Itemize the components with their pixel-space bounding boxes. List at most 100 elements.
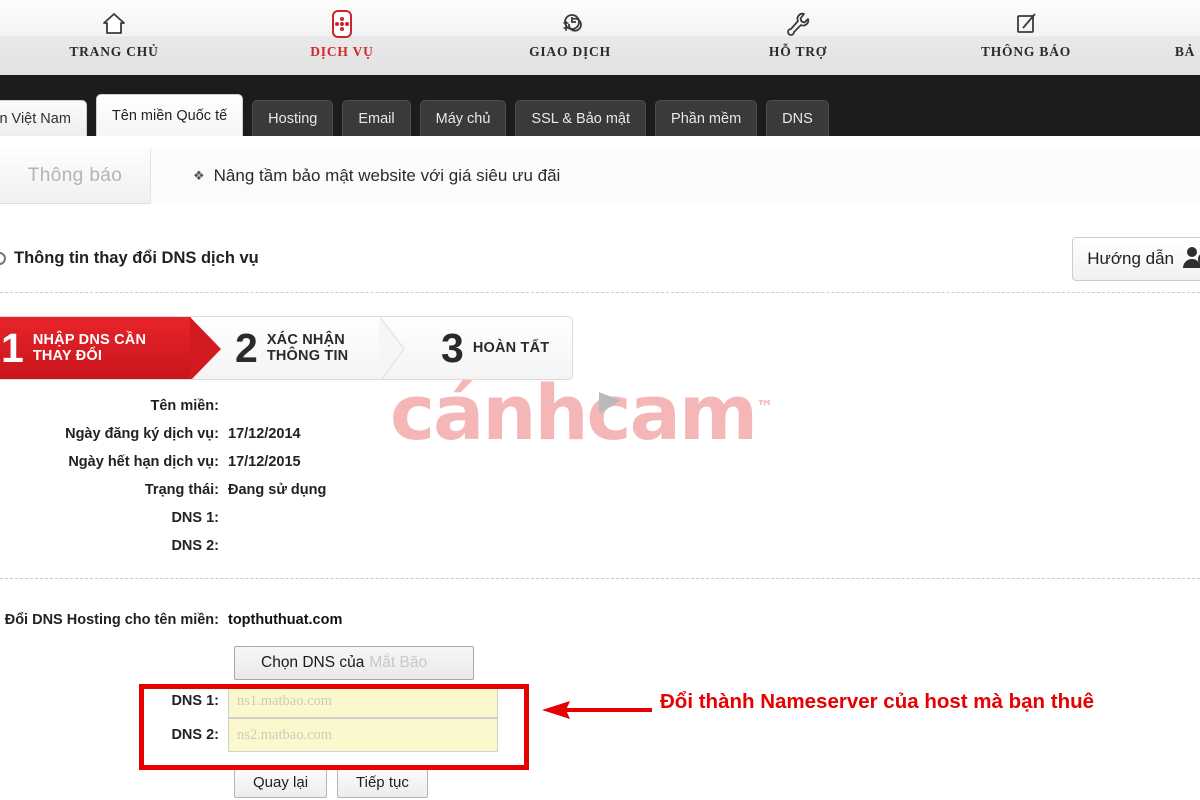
dns1-label: DNS 1: [171,693,219,709]
nav-item-dich-vu[interactable]: DỊCH VỤ [228,0,456,75]
annotation-arrow-icon [540,694,655,726]
dns1-row: DNS 1: [150,684,500,718]
tab-hosting[interactable]: Hosting [252,100,334,136]
nav-item-bao[interactable]: BẢ [1140,0,1200,75]
nav-item-trang-chu[interactable]: TRANG CHỦ [0,0,228,75]
info-value: 17/12/2015 [228,454,301,470]
nav-label-dich-vu: DỊCH VỤ [310,44,374,59]
nav-item-thong-bao[interactable]: THÔNG BÁO [912,0,1140,75]
nav-label-thong-bao: THÔNG BÁO [980,44,1072,59]
money-clock-icon [556,7,584,41]
info-row: DNS 1: [0,510,620,526]
wizard-step-3[interactable]: 3 HOÀN TẤT [405,317,549,379]
watermark-tm: ™ [756,397,773,418]
announcement-text[interactable]: Nâng tầm bảo mật website với giá siêu ưu… [214,166,561,186]
info-row: Ngày đăng ký dịch vụ: 17/12/2014 [0,426,620,442]
user-support-icon [1181,243,1200,276]
step-label-line1: NHẬP DNS CẦN [32,331,147,348]
announcement-body[interactable]: ❖ Nâng tầm bảo mật website với giá siêu … [151,147,1200,204]
info-label: Ngày đăng ký dịch vụ: [65,426,219,442]
tab-label: Email [358,110,395,127]
info-value: Đang sử dụng [228,482,327,498]
dns2-row: DNS 2: [150,718,500,752]
watermark-part3: am [629,368,758,457]
edit-square-icon [1013,7,1039,41]
announcement-label: Thông báo [27,164,123,186]
step-label-line2: THÔNG TIN [266,348,349,364]
services-grid-icon [329,7,355,41]
info-label: Tên miền: [150,398,219,414]
info-value: 17/12/2014 [228,426,301,442]
page-header: Thông tin thay đổi DNS dịch vụ Hướng dẫn [0,228,1200,288]
service-info-table: Tên miền: Ngày đăng ký dịch vụ: 17/12/20… [0,398,620,566]
step-label: NHẬP DNS CẦN THAY ĐỔI [33,332,146,364]
header-divider [0,292,1200,293]
domain-row: Đổi DNS Hosting cho tên miền: topthuthua… [0,612,640,628]
guide-button-label: Hướng dẫn [1087,249,1174,268]
section-divider [0,578,1200,579]
info-label: Trạng thái: [144,482,219,498]
info-row: Tên miền: [0,398,620,414]
tab-label: SSL & Bảo mật [531,110,631,127]
tab-label: Phần mềm [671,110,742,127]
bullet-icon: ❖ [193,167,205,183]
nav-item-ho-tro[interactable]: HỖ TRỢ [684,0,912,75]
info-label: DNS 1: [171,510,219,526]
back-button[interactable]: Quay lại [234,766,328,798]
dns-provider-select-wrap: Chọn DNS của Mắt Bão [234,646,474,680]
tab-may-chu[interactable]: Máy chủ [419,100,507,136]
tab-label: Máy chủ [435,110,491,127]
tab-label: DNS [782,110,813,127]
page-title: Thông tin thay đổi DNS dịch vụ [14,248,259,267]
tab-label: Tên miền Quốc tế [111,107,228,124]
bullet-dot-icon [0,251,6,265]
dns2-input[interactable] [228,718,498,752]
step-label-line2: THAY ĐỔI [32,348,103,364]
nav-label-ho-tro: HỖ TRỢ [768,44,828,59]
info-row: Trạng thái: Đang sử dụng [0,482,620,498]
guide-button[interactable]: Hướng dẫn [1072,237,1200,281]
wizard-step-2[interactable]: 2 XÁC NHẬN THÔNG TIN [191,317,405,379]
annotation-text: Đổi thành Nameserver của host mà bạn thu… [660,690,1095,713]
tab-ten-mien-quoc-te[interactable]: Tên miền Quốc tế [95,94,244,136]
info-label: Ngày hết hạn dịch vụ: [68,454,219,470]
tab-ten-mien-viet-nam[interactable]: n miền Việt Nam [0,100,87,136]
home-icon [101,7,127,41]
step-label: XÁC NHẬN THÔNG TIN [267,332,349,364]
announcement-bar: Thông báo ❖ Nâng tầm bảo mật website với… [0,147,1200,204]
domain-label: Đổi DNS Hosting cho tên miền: [4,612,219,628]
wizard-step-1[interactable]: 1 NHẬP DNS CẦN THAY ĐỔI [0,317,221,379]
step-number: 3 [441,324,464,371]
nav-label-bao: BẢ [1174,44,1196,59]
page-root: TRANG CHỦ DỊCH VỤ GIAO DỊCH HỖ TRỢ THÔNG… [0,0,1200,800]
tab-email[interactable]: Email [342,100,411,136]
tab-ssl-bao-mat[interactable]: SSL & Bảo mật [515,100,647,136]
info-row: Ngày hết hạn dịch vụ: 17/12/2015 [0,454,620,470]
step-number: 2 [235,324,258,371]
domain-value: topthuthuat.com [228,612,343,628]
step-number: 1 [1,324,24,371]
next-button[interactable]: Tiếp tục [337,766,428,798]
form-button-row: Quay lại Tiếp tục [234,766,428,798]
nav-label-trang-chu: TRANG CHỦ [69,44,159,59]
dns1-input[interactable] [228,684,498,718]
dns-change-form: Đổi DNS Hosting cho tên miền: topthuthua… [0,612,640,798]
tab-dns[interactable]: DNS [766,100,829,136]
dns-input-group: DNS 1: DNS 2: [150,684,500,752]
step-label-line1: XÁC NHẬN [266,331,345,348]
nav-item-giao-dich[interactable]: GIAO DỊCH [456,0,684,75]
dns-provider-select-muted: Mắt Bão [369,654,428,671]
step-label: HOÀN TẤT [472,339,550,356]
tab-phan-mem[interactable]: Phần mềm [655,100,758,136]
nav-label-giao-dich: GIAO DỊCH [529,44,611,59]
top-navigation: TRANG CHỦ DỊCH VỤ GIAO DỊCH HỖ TRỢ THÔNG… [0,0,1200,78]
dns-provider-select-label: Chọn DNS của [261,654,365,671]
wrench-icon [784,7,812,41]
tab-label: n miền Việt Nam [0,110,71,127]
service-tab-strip: n miền Việt Nam Tên miền Quốc tế Hosting… [0,78,1200,136]
dns2-label: DNS 2: [171,727,219,743]
tab-label: Hosting [268,110,318,127]
info-row: DNS 2: [0,538,620,554]
dns-provider-select[interactable]: Chọn DNS của Mắt Bão [234,646,474,680]
step-wizard: 1 NHẬP DNS CẦN THAY ĐỔI 2 XÁC NHẬN THÔNG… [0,316,573,380]
